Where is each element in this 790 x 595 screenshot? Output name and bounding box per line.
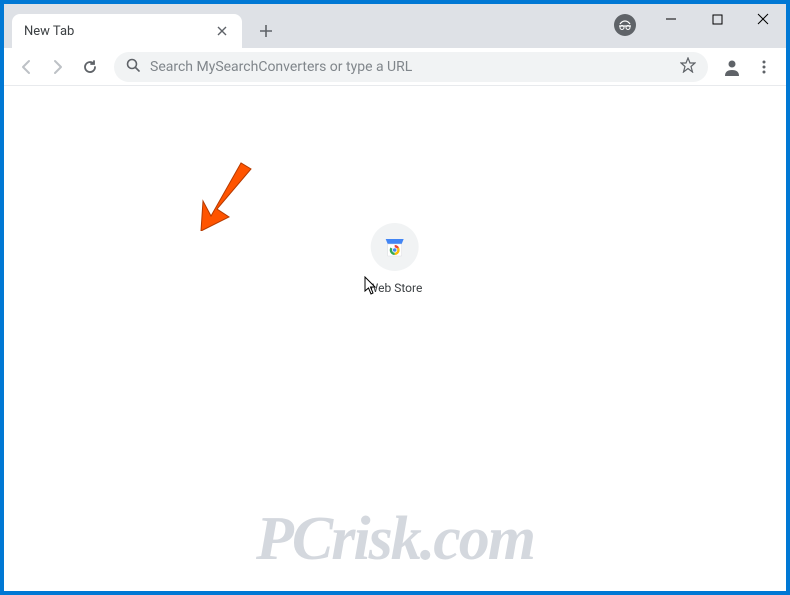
minimize-button[interactable]	[648, 4, 694, 34]
watermark: PCrisk.com	[256, 504, 534, 575]
profile-button[interactable]	[718, 53, 746, 81]
minimize-icon	[665, 13, 677, 25]
maximize-icon	[712, 14, 723, 25]
maximize-button[interactable]	[694, 4, 740, 34]
bookmark-button[interactable]	[680, 57, 696, 77]
reload-icon	[81, 58, 99, 76]
tab-title: New Tab	[24, 24, 214, 39]
page-content: Web Store PCrisk.com	[4, 86, 786, 591]
forward-button[interactable]	[44, 53, 72, 81]
back-button[interactable]	[12, 53, 40, 81]
window-controls	[648, 4, 786, 34]
window-close-button[interactable]	[740, 4, 786, 34]
plus-icon	[259, 24, 273, 38]
incognito-icon	[614, 14, 636, 36]
menu-button[interactable]	[750, 53, 778, 81]
new-tab-button[interactable]	[252, 17, 280, 45]
window-close-icon	[757, 13, 769, 25]
search-icon	[126, 57, 140, 76]
shortcut-web-store[interactable]: Web Store	[368, 223, 423, 295]
titlebar: New Tab	[4, 4, 786, 48]
web-store-icon	[371, 223, 419, 271]
address-bar[interactable]: Search MySearchConverters or type a URL	[114, 52, 708, 82]
menu-icon	[756, 59, 772, 75]
browser-window: New Tab	[4, 4, 786, 591]
shortcut-label: Web Store	[368, 281, 423, 295]
toolbar: Search MySearchConverters or type a URL	[4, 48, 786, 86]
profile-icon	[722, 57, 742, 77]
back-icon	[17, 58, 35, 76]
browser-tab[interactable]: New Tab	[12, 14, 242, 48]
shortcuts-grid: Web Store	[368, 223, 423, 295]
address-bar-placeholder: Search MySearchConverters or type a URL	[150, 59, 670, 75]
forward-icon	[49, 58, 67, 76]
star-icon	[680, 57, 696, 73]
annotation-arrow	[199, 161, 259, 235]
reload-button[interactable]	[76, 53, 104, 81]
close-icon[interactable]	[214, 23, 230, 39]
